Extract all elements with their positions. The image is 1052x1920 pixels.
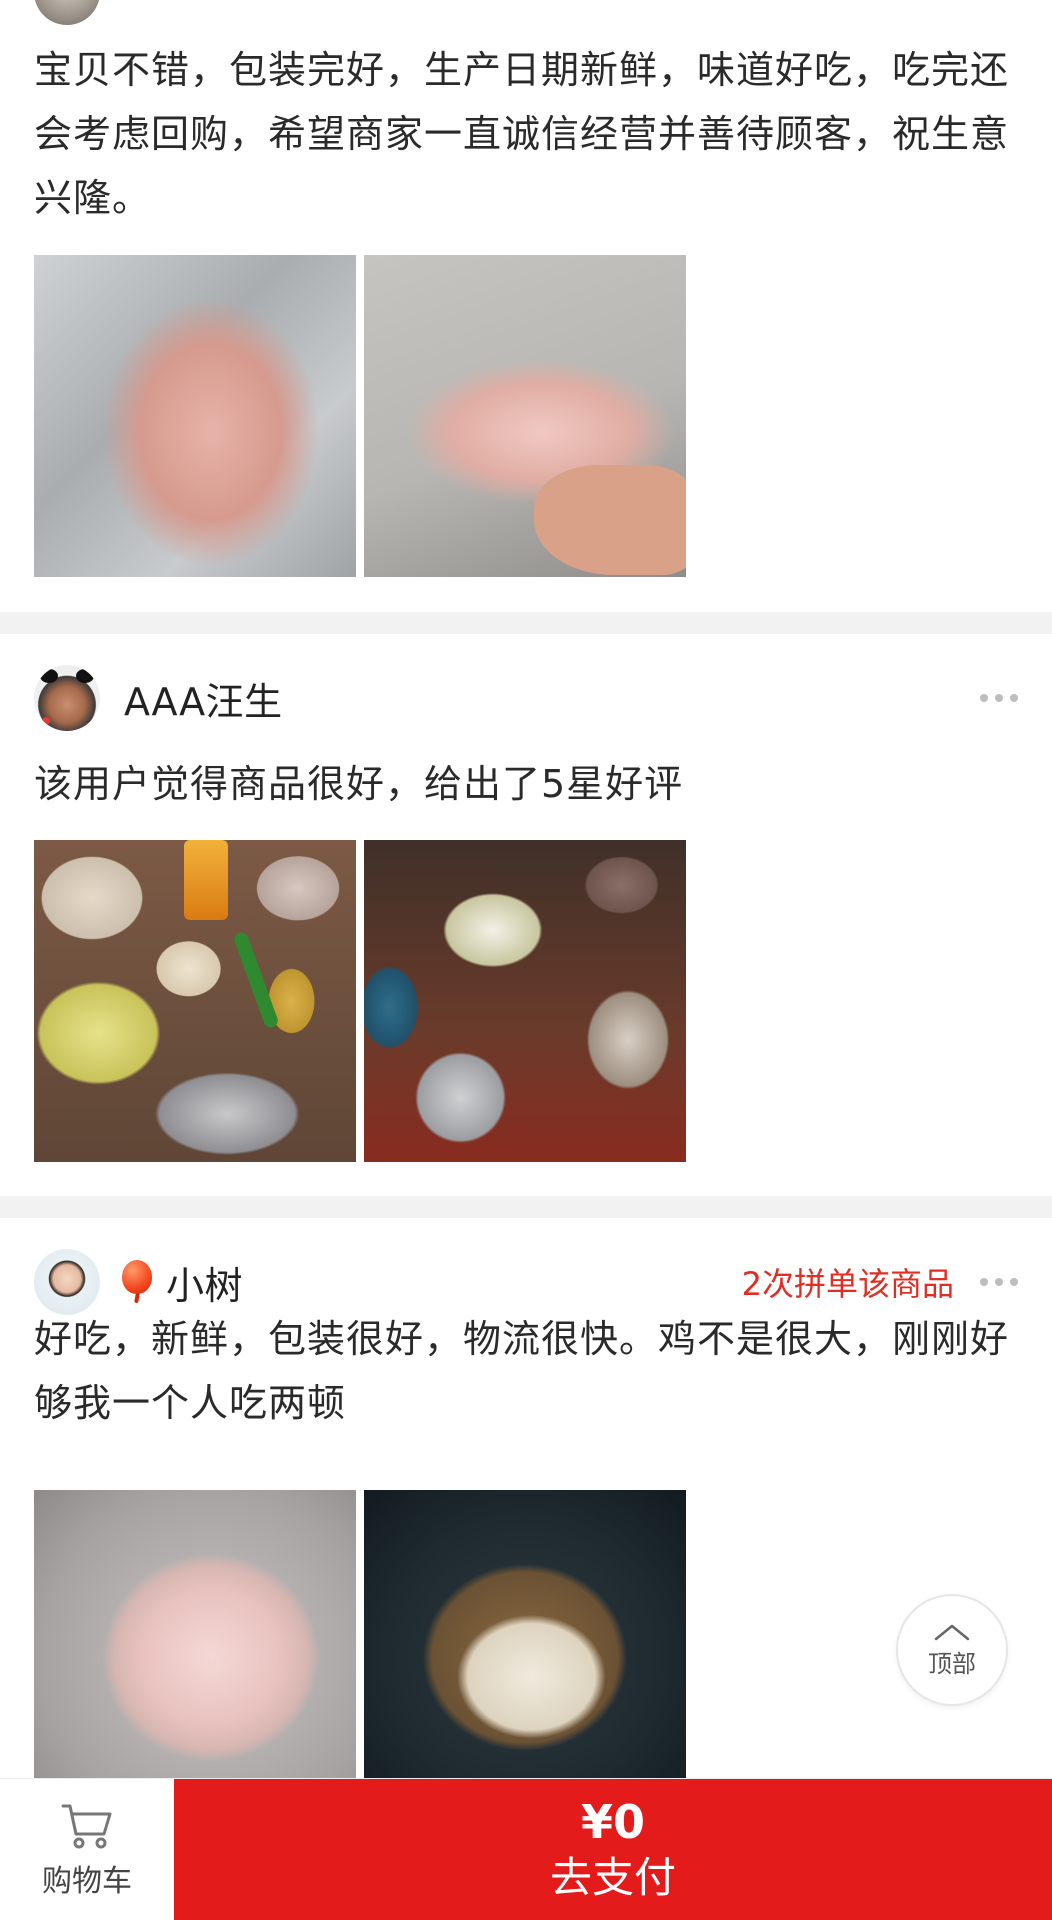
more-options-icon[interactable] — [980, 1278, 1018, 1286]
review-photo[interactable] — [34, 840, 356, 1162]
avatar[interactable] — [34, 1249, 100, 1315]
review-item-2: AAA汪生 该用户觉得商品很好，给出了5星好评 — [0, 634, 1052, 1196]
review-list-page: 宝贝不错，包装完好，生产日期新鲜，味道好吃，吃完还会考虑回购，希望商家一直诚信经… — [0, 0, 1052, 1920]
review-1-header — [34, 0, 100, 25]
shopping-cart-icon — [61, 1804, 112, 1849]
review-photo[interactable] — [364, 255, 686, 577]
section-divider — [0, 1196, 1052, 1218]
review-photos — [34, 840, 686, 1162]
balloon-icon — [122, 1260, 152, 1304]
total-price: ¥0 — [580, 1795, 645, 1849]
section-divider — [0, 612, 1052, 634]
back-to-top-label: 顶部 — [928, 1649, 976, 1678]
review-photos — [34, 1490, 686, 1812]
username[interactable]: 小树 — [166, 1255, 243, 1310]
review-item-3: 小树 2次拼单该商品 好吃，新鲜，包装很好，物流很快。鸡不是很大，刚刚好够我一个… — [0, 1218, 1052, 1812]
review-text: 该用户觉得商品很好，给出了5星好评 — [34, 762, 684, 806]
bottom-action-bar: 购物车 ¥0 去支付 — [0, 1778, 1052, 1920]
chevron-up-icon — [932, 1622, 972, 1642]
back-to-top-button[interactable]: 顶部 — [896, 1594, 1008, 1706]
review-photo[interactable] — [34, 255, 356, 577]
review-header: AAA汪生 — [34, 663, 1018, 733]
pay-button[interactable]: ¥0 去支付 — [174, 1779, 1052, 1920]
avatar[interactable] — [34, 0, 100, 25]
username[interactable]: AAA汪生 — [124, 671, 283, 726]
avatar[interactable] — [34, 665, 100, 731]
review-text: 好吃，新鲜，包装很好，物流很快。鸡不是很大，刚刚好够我一个人吃两顿 — [34, 1317, 1010, 1425]
review-photos — [34, 255, 686, 577]
review-item-1: 宝贝不错，包装完好，生产日期新鲜，味道好吃，吃完还会考虑回购，希望商家一直诚信经… — [0, 0, 1052, 612]
cart-label: 购物车 — [42, 1864, 132, 1899]
review-photo[interactable] — [364, 840, 686, 1162]
pay-label: 去支付 — [549, 1853, 676, 1902]
cart-button[interactable]: 购物车 — [0, 1779, 174, 1920]
more-options-icon[interactable] — [980, 694, 1018, 702]
review-photo[interactable] — [364, 1490, 686, 1812]
repeat-purchase-badge: 2次拼单该商品 — [741, 1265, 954, 1303]
review-text: 宝贝不错，包装完好，生产日期新鲜，味道好吃，吃完还会考虑回购，希望商家一直诚信经… — [34, 48, 1010, 220]
review-photo[interactable] — [34, 1490, 356, 1812]
